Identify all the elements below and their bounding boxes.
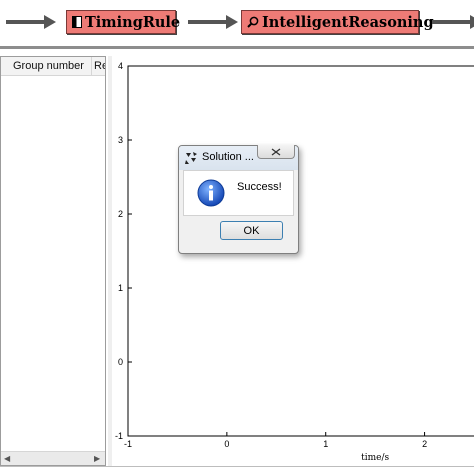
dialog-message: Success! [237,181,282,193]
y-tick-label: 2 [118,209,123,219]
x-tick-label: 2 [422,439,427,449]
close-button[interactable] [257,145,295,159]
step-button-intelligent-reasoning[interactable]: IntelligentReasoning [241,10,434,34]
y-tick-label: -1 [115,431,123,441]
y-tick-label: 4 [118,61,123,71]
plot-area: -1 0 1 2 3 4 -1 0 1 2 time/s [115,61,474,463]
y-tick-label: 1 [118,283,123,293]
horizontal-scrollbar[interactable]: ◀ ▶ [1,451,105,465]
y-tick-label: 3 [118,135,123,145]
x-tick-label: -1 [124,439,132,449]
step-button-timing-rule[interactable]: TimingRule [66,10,180,34]
ok-button[interactable]: OK [220,221,283,240]
divider [0,46,474,49]
x-tick-label: 0 [224,439,229,449]
arrow-right-icon [432,15,474,29]
column-separator[interactable] [91,57,92,75]
table-icon [72,16,82,28]
message-dialog: Solution ... Success! OK [178,145,299,254]
y-tick-label: 0 [118,357,123,367]
column-header-re[interactable]: Re [94,60,105,72]
data-table[interactable]: Group number Re ◀ ▶ [0,56,106,466]
table-header: Group number Re [1,57,105,76]
workflow-bar: TimingRule IntelligentReasoning [0,0,474,46]
info-icon [197,179,225,207]
scroll-right-icon[interactable]: ▶ [94,454,100,463]
arrow-right-icon [6,15,56,29]
app-icon [185,152,197,164]
dialog-body: Success! [183,170,294,216]
step-label: IntelligentReasoning [262,13,434,31]
magnifier-icon [247,16,259,28]
close-icon [271,147,281,156]
x-tick-label: 1 [323,439,328,449]
dialog-titlebar[interactable]: Solution ... [179,145,298,170]
divider [0,466,474,467]
dialog-title: Solution ... [202,151,254,163]
scroll-left-icon[interactable]: ◀ [4,454,10,463]
arrow-right-icon [188,15,238,29]
x-axis-label: time/s [361,453,389,463]
step-label: TimingRule [85,13,181,31]
column-header-group-number[interactable]: Group number [13,60,84,72]
